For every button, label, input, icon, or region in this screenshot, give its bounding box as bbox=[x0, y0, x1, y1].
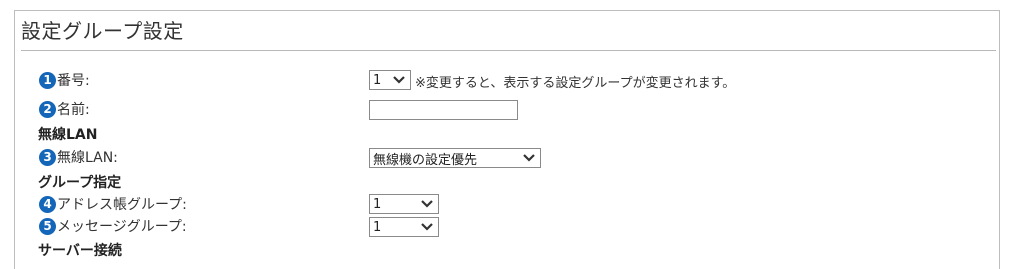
number-label-row: 1 番号: bbox=[39, 69, 90, 91]
chevron-down-icon bbox=[393, 76, 405, 84]
badge-2-icon: 2 bbox=[39, 100, 56, 118]
address-group-select[interactable]: 1 bbox=[369, 194, 439, 214]
message-group-select[interactable]: 1 bbox=[369, 217, 439, 237]
wireless-select-value: 無線機の設定優先 bbox=[373, 152, 478, 168]
title-divider bbox=[21, 50, 996, 51]
wireless-label-row: 3 無線LAN: bbox=[39, 146, 118, 168]
group-section-heading: グループ指定 bbox=[38, 175, 122, 191]
chevron-down-icon bbox=[421, 223, 433, 231]
badge-5-icon: 5 bbox=[39, 217, 56, 235]
wireless-label: 無線LAN: bbox=[57, 150, 118, 166]
message-group-label: メッセージグループ: bbox=[57, 219, 187, 235]
number-select-value: 1 bbox=[373, 72, 382, 88]
server-section-heading: サーバー接続 bbox=[38, 243, 122, 259]
badge-1-icon: 1 bbox=[39, 71, 56, 89]
wireless-select[interactable]: 無線機の設定優先 bbox=[369, 148, 541, 168]
chevron-down-icon bbox=[421, 200, 433, 208]
number-select[interactable]: 1 bbox=[369, 70, 411, 90]
badge-4-icon: 4 bbox=[39, 195, 56, 213]
wireless-section-heading: 無線LAN bbox=[38, 127, 98, 143]
message-group-select-value: 1 bbox=[373, 219, 382, 235]
name-label-row: 2 名前: bbox=[39, 98, 90, 120]
page-title: 設定グループ設定 bbox=[21, 19, 184, 43]
message-label-row: 5 メッセージグループ: bbox=[39, 215, 187, 237]
badge-3-icon: 3 bbox=[39, 148, 56, 166]
address-group-label: アドレス帳グループ: bbox=[57, 197, 187, 213]
name-label: 名前: bbox=[57, 102, 90, 118]
address-group-select-value: 1 bbox=[373, 196, 382, 212]
name-input[interactable] bbox=[369, 100, 518, 120]
chevron-down-icon bbox=[523, 154, 535, 162]
number-note: ※変更すると、表示する設定グループが変更されます。 bbox=[415, 76, 736, 91]
address-label-row: 4 アドレス帳グループ: bbox=[39, 193, 187, 215]
number-label: 番号: bbox=[57, 73, 90, 89]
